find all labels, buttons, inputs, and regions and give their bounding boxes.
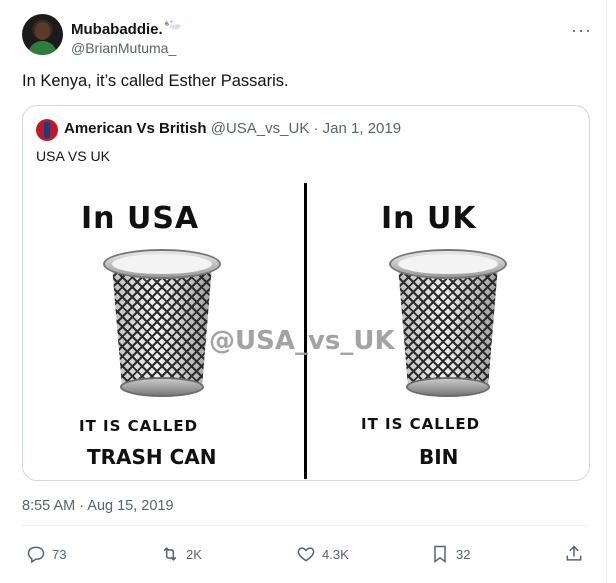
quoted-tweet-date[interactable]: · Jan 1, 2019 <box>314 120 402 137</box>
image-left-caption: IT IS CALLED <box>79 417 199 435</box>
quoted-tweet-image[interactable]: In USA In UK @USA_vs_UK IT IS CALLED IT … <box>23 181 589 480</box>
image-right-heading: In UK <box>381 201 477 236</box>
retweet-icon <box>163 547 177 561</box>
avatar-face <box>35 22 50 40</box>
author-block: Mubabaddie. ⁶🦢 @BrianMutuma_ <box>71 16 182 58</box>
tweet-container: Mubabaddie. ⁶🦢 @BrianMutuma_ ··· In Kenya… <box>0 0 607 583</box>
action-bar: 73 2K 4.3K 32 <box>22 544 588 570</box>
bin-icon <box>389 249 507 404</box>
bookmark-count: 32 <box>456 546 471 562</box>
like-count: 4.3K <box>322 546 349 562</box>
image-left-heading: In USA <box>81 201 200 236</box>
avatar-shirt <box>28 41 57 55</box>
image-right-word: BIN <box>419 445 459 469</box>
share-button[interactable] <box>564 544 584 564</box>
bin-mesh <box>112 265 212 387</box>
reply-icon <box>27 546 45 564</box>
tweet-timestamp[interactable]: 8:55 AM · Aug 15, 2019 <box>22 498 174 514</box>
bin-inner <box>398 254 498 274</box>
retweet-count: 2K <box>186 546 202 562</box>
actions-separator <box>22 525 588 526</box>
tweet-text: In Kenya, it’s called Esther Passaris. <box>22 72 289 90</box>
bin-base <box>120 377 204 397</box>
heart-icon <box>297 547 315 562</box>
quoted-avatar[interactable] <box>36 119 58 141</box>
more-dots-icon[interactable]: ··· <box>571 20 592 41</box>
author-handle[interactable]: @BrianMutuma_ <box>71 39 182 58</box>
reply-button[interactable]: 73 <box>26 544 66 564</box>
retweet-button[interactable]: 2K <box>160 544 202 564</box>
reply-count: 73 <box>52 546 67 562</box>
tweet-header: Mubabaddie. ⁶🦢 @BrianMutuma_ ··· <box>22 14 592 58</box>
quoted-author-handle[interactable]: @USA_vs_UK <box>211 120 310 137</box>
author-name-text: Mubabaddie. <box>71 21 163 38</box>
bin-mesh <box>398 265 498 387</box>
image-right-caption: IT IS CALLED <box>361 415 481 433</box>
quoted-tweet-text: USA VS UK <box>36 148 110 164</box>
share-icon <box>566 545 582 561</box>
bookmark-button[interactable]: 32 <box>430 544 470 564</box>
bin-base <box>406 377 490 397</box>
author-badge: ⁶🦢 <box>164 20 182 31</box>
avatar[interactable] <box>22 14 63 55</box>
bookmark-icon <box>434 545 446 563</box>
quoted-tweet[interactable]: American Vs British @USA_vs_UK · Jan 1, … <box>22 105 590 481</box>
author-display-name[interactable]: Mubabaddie. ⁶🦢 <box>71 16 182 39</box>
like-button[interactable]: 4.3K <box>296 544 349 564</box>
trash-can-icon <box>103 249 221 404</box>
image-left-word: TRASH CAN <box>87 445 217 469</box>
image-watermark: @USA_vs_UK <box>209 326 395 356</box>
quoted-author-name[interactable]: American Vs British <box>64 120 207 137</box>
bin-inner <box>112 254 212 274</box>
quoted-author-line: American Vs British @USA_vs_UK · Jan 1, … <box>64 120 401 137</box>
